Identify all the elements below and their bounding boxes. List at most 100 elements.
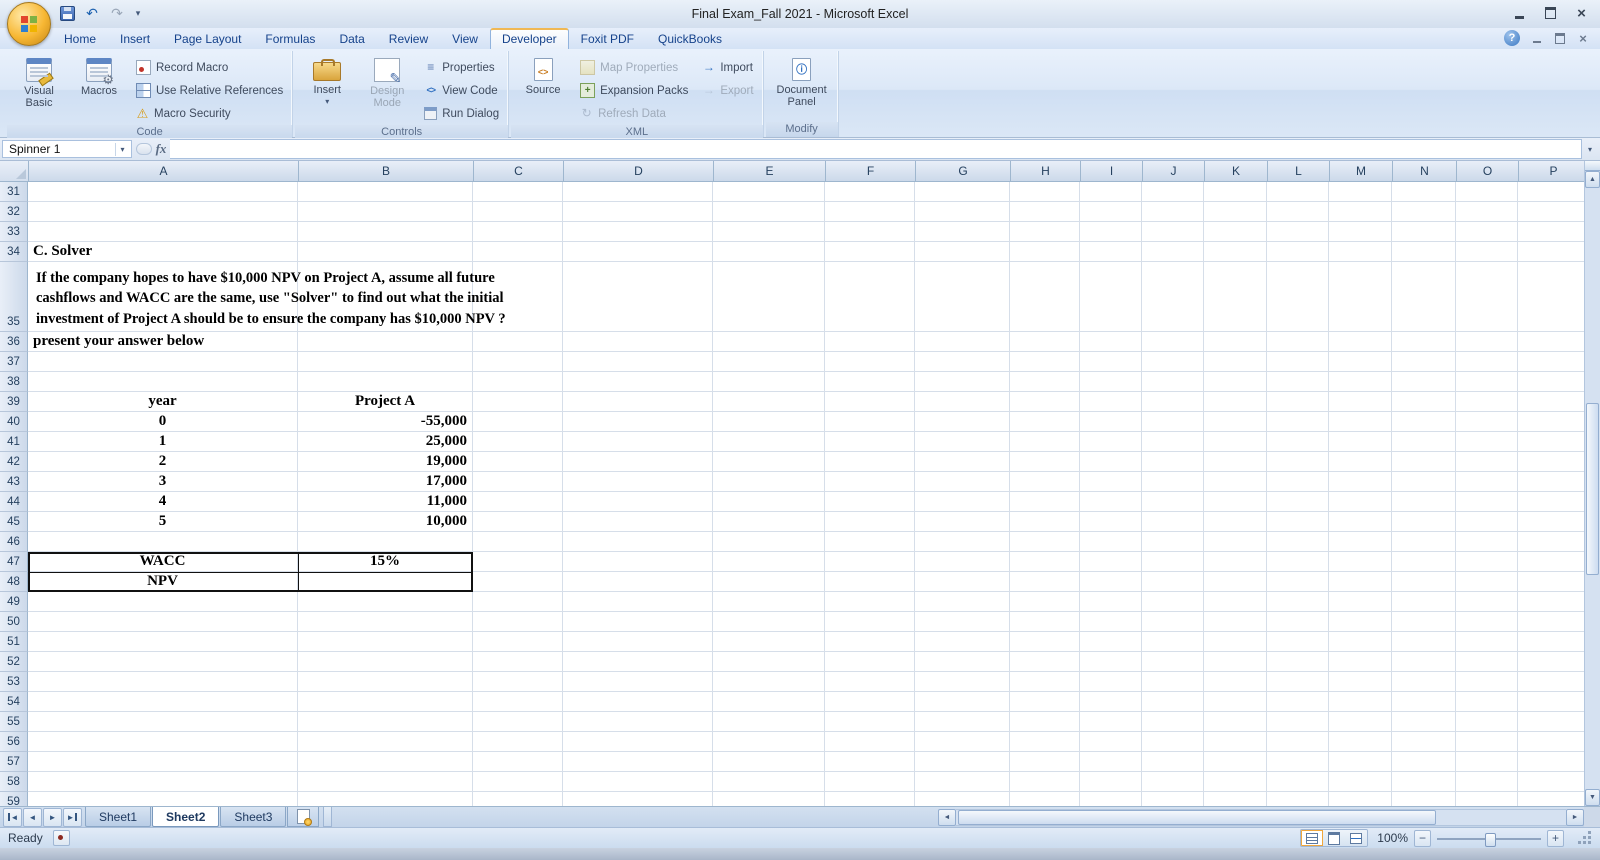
design-mode-button[interactable]: ✎ Design Mode	[358, 53, 416, 125]
cell-F50[interactable]	[825, 612, 915, 632]
cell-D47[interactable]	[563, 552, 713, 572]
zoom-slider-thumb[interactable]	[1485, 832, 1496, 847]
cell-F32[interactable]	[825, 202, 915, 222]
cell-J58[interactable]	[1142, 772, 1204, 792]
cell-O53[interactable]	[1456, 672, 1518, 692]
cell-I55[interactable]	[1080, 712, 1142, 732]
cell-K31[interactable]	[1204, 182, 1267, 202]
cell-O46[interactable]	[1456, 532, 1518, 552]
cell-O34[interactable]	[1456, 242, 1518, 262]
office-button[interactable]	[7, 2, 51, 46]
cell-P31[interactable]	[1518, 182, 1584, 202]
cell-G55[interactable]	[915, 712, 1010, 732]
cell-F53[interactable]	[825, 672, 915, 692]
cell-F49[interactable]	[825, 592, 915, 612]
cell-D46[interactable]	[563, 532, 713, 552]
row-header-46[interactable]: 46	[0, 532, 28, 552]
cell-J39[interactable]	[1142, 392, 1204, 412]
formula-input[interactable]	[170, 139, 1582, 159]
cell-D56[interactable]	[563, 732, 713, 752]
cell-M39[interactable]	[1329, 392, 1392, 412]
cell-J35[interactable]	[1142, 262, 1204, 332]
cell-O50[interactable]	[1456, 612, 1518, 632]
cell-J55[interactable]	[1142, 712, 1204, 732]
cell-O51[interactable]	[1456, 632, 1518, 652]
macro-security-button[interactable]: ⚠ Macro Security	[130, 102, 289, 125]
cell-E56[interactable]	[713, 732, 825, 752]
cell-C44[interactable]	[473, 492, 563, 512]
ribbon-tab-review[interactable]: Review	[377, 29, 440, 49]
cell-A49[interactable]	[28, 592, 298, 612]
cell-E52[interactable]	[713, 652, 825, 672]
cell-H51[interactable]	[1010, 632, 1080, 652]
column-header-J[interactable]: J	[1143, 161, 1205, 181]
cell-D55[interactable]	[563, 712, 713, 732]
cell-I39[interactable]	[1080, 392, 1142, 412]
cell-C31[interactable]	[473, 182, 563, 202]
cell-E40[interactable]	[713, 412, 825, 432]
cell-C36[interactable]	[473, 332, 563, 352]
cell-M32[interactable]	[1329, 202, 1392, 222]
cell-E54[interactable]	[713, 692, 825, 712]
select-all-corner[interactable]	[0, 161, 29, 181]
cell-N59[interactable]	[1392, 792, 1456, 806]
cell-G51[interactable]	[915, 632, 1010, 652]
cell-I50[interactable]	[1080, 612, 1142, 632]
cell-G49[interactable]	[915, 592, 1010, 612]
cell-A33[interactable]	[28, 222, 298, 242]
cell-C37[interactable]	[473, 352, 563, 372]
cell-J40[interactable]	[1142, 412, 1204, 432]
cell-G54[interactable]	[915, 692, 1010, 712]
cell-I53[interactable]	[1080, 672, 1142, 692]
cell-G32[interactable]	[915, 202, 1010, 222]
cell-J31[interactable]	[1142, 182, 1204, 202]
cell-H47[interactable]	[1010, 552, 1080, 572]
cell-N37[interactable]	[1392, 352, 1456, 372]
cell-K49[interactable]	[1204, 592, 1267, 612]
cell-O42[interactable]	[1456, 452, 1518, 472]
cell-J51[interactable]	[1142, 632, 1204, 652]
column-header-C[interactable]: C	[474, 161, 564, 181]
cell-N40[interactable]	[1392, 412, 1456, 432]
cell-G42[interactable]	[915, 452, 1010, 472]
cell-I49[interactable]	[1080, 592, 1142, 612]
cell-A54[interactable]	[28, 692, 298, 712]
cell-I42[interactable]	[1080, 452, 1142, 472]
cell-G40[interactable]	[915, 412, 1010, 432]
cell-B57[interactable]	[298, 752, 473, 772]
cell-J56[interactable]	[1142, 732, 1204, 752]
cell-E48[interactable]	[713, 572, 825, 592]
cell-H44[interactable]	[1010, 492, 1080, 512]
cell-J36[interactable]	[1142, 332, 1204, 352]
cell-K34[interactable]	[1204, 242, 1267, 262]
cell-K48[interactable]	[1204, 572, 1267, 592]
cell-P52[interactable]	[1518, 652, 1584, 672]
cell-I32[interactable]	[1080, 202, 1142, 222]
cell-O45[interactable]	[1456, 512, 1518, 532]
cell-C39[interactable]	[473, 392, 563, 412]
cell-P42[interactable]	[1518, 452, 1584, 472]
ribbon-tab-page-layout[interactable]: Page Layout	[162, 29, 253, 49]
cell-M52[interactable]	[1329, 652, 1392, 672]
cell-P49[interactable]	[1518, 592, 1584, 612]
cell-B58[interactable]	[298, 772, 473, 792]
refresh-data-button[interactable]: ↻ Refresh Data	[574, 102, 694, 125]
cell-L53[interactable]	[1267, 672, 1329, 692]
cell-K59[interactable]	[1204, 792, 1267, 806]
cell-B33[interactable]	[298, 222, 473, 242]
cell-I59[interactable]	[1080, 792, 1142, 806]
column-header-M[interactable]: M	[1330, 161, 1393, 181]
cell-N39[interactable]	[1392, 392, 1456, 412]
cell-O43[interactable]	[1456, 472, 1518, 492]
properties-button[interactable]: ≡ Properties	[418, 56, 505, 79]
cell-F38[interactable]	[825, 372, 915, 392]
cell-C45[interactable]	[473, 512, 563, 532]
row-header-37[interactable]: 37	[0, 352, 28, 372]
cell-C56[interactable]	[473, 732, 563, 752]
cell-E50[interactable]	[713, 612, 825, 632]
insert-control-button[interactable]: Insert ▾	[298, 53, 356, 125]
cell-O37[interactable]	[1456, 352, 1518, 372]
cell-D39[interactable]	[563, 392, 713, 412]
cell-H41[interactable]	[1010, 432, 1080, 452]
cell-H48[interactable]	[1010, 572, 1080, 592]
